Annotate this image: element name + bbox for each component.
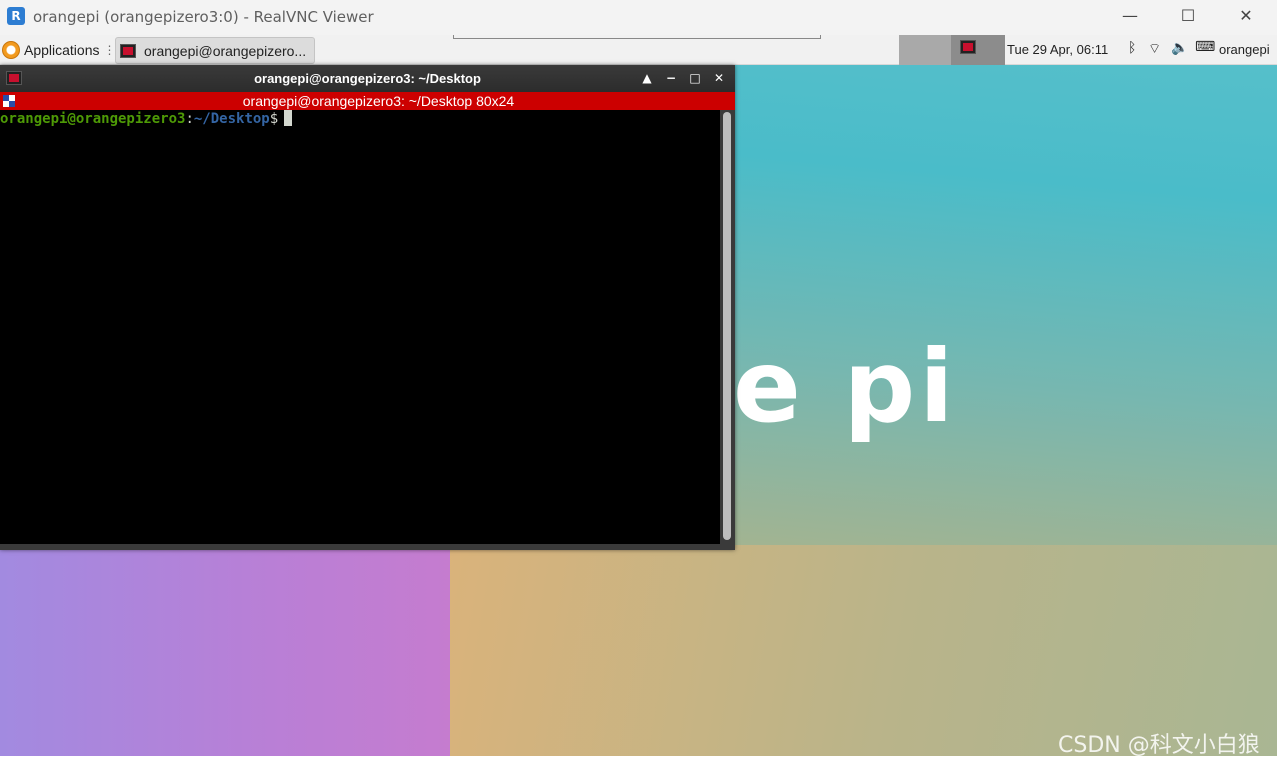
shell-prompt: orangepi@orangepizero3:~/Desktop$: [0, 110, 293, 128]
wallpaper-purple-block: [0, 545, 450, 756]
panel-clock[interactable]: Tue 29 Apr, 06:11: [1007, 42, 1108, 57]
terminal-maximize-button[interactable]: □: [686, 69, 704, 87]
workspace-switcher-1[interactable]: [899, 35, 951, 65]
vnc-window-titlebar[interactable]: R orangepi (orangepizero3:0) - RealVNC V…: [0, 0, 1277, 35]
applications-label: Applications: [24, 42, 100, 58]
prompt-separator: :: [185, 111, 194, 127]
terminal-scrollbar[interactable]: [720, 110, 735, 544]
terminal-icon: [120, 43, 136, 58]
terminal-output[interactable]: orangepi@orangepizero3:~/Desktop$: [0, 110, 720, 544]
terminal-titlebar[interactable]: orangepi@orangepizero3: ~/Desktop ▲ − □ …: [0, 65, 735, 92]
text-cursor: [284, 110, 293, 126]
bluetooth-icon[interactable]: ᛒ: [1128, 40, 1136, 60]
taskbar-button-label: orangepi@orangepizero...: [144, 42, 307, 59]
realvnc-logo-icon: R: [7, 7, 25, 25]
csdn-watermark: CSDN @科文小白狼: [1058, 733, 1260, 758]
terminal-title: orangepi@orangepizero3: ~/Desktop: [254, 71, 481, 86]
prompt-path: ~/Desktop: [193, 111, 270, 127]
terminal-icon: [960, 40, 976, 54]
terminal-window[interactable]: orangepi@orangepizero3: ~/Desktop ▲ − □ …: [0, 65, 735, 550]
volume-icon[interactable]: 🔈: [1171, 40, 1188, 60]
terminal-size-banner: orangepi@orangepizero3: ~/Desktop 80x24: [0, 92, 735, 110]
workspace-switcher-2[interactable]: [951, 35, 1005, 65]
prompt-user-host: orangepi@orangepizero3: [0, 111, 186, 127]
taskbar-button-terminal[interactable]: orangepi@orangepizero...: [115, 37, 315, 64]
top-panel: Applications ⋮ orangepi@orangepizero... …: [0, 35, 1277, 65]
applications-menu[interactable]: Applications ⋮: [2, 39, 116, 61]
scrollbar-thumb[interactable]: [723, 112, 731, 540]
shade-button[interactable]: ▲: [638, 69, 656, 87]
wifi-icon[interactable]: ⌔: [1148, 40, 1161, 60]
minimize-button[interactable]: —: [1101, 0, 1159, 32]
prompt-sign: $: [269, 111, 279, 127]
orangepi-logo-icon: [2, 41, 20, 59]
terminal-minimize-button[interactable]: −: [662, 69, 680, 87]
wallpaper-logo-text: e pi: [733, 328, 958, 445]
terminal-size-text: orangepi@orangepizero3: ~/Desktop 80x24: [242, 93, 515, 109]
user-menu[interactable]: orangepi: [1219, 42, 1270, 57]
terminal-close-button[interactable]: ✕: [710, 69, 728, 87]
applications-menu-handle-icon: ⋮: [103, 43, 116, 57]
maximize-button[interactable]: ☐: [1159, 0, 1217, 32]
close-button[interactable]: ✕: [1217, 0, 1275, 32]
keyboard-icon[interactable]: ⌨: [1195, 39, 1215, 59]
terminal-bottom-border[interactable]: [0, 544, 735, 550]
remote-desktop[interactable]: e pi Applications ⋮ orangepi@orangepizer…: [0, 35, 1277, 756]
panel-separator: [453, 35, 821, 39]
window-title: orangepi (orangepizero3:0) - RealVNC Vie…: [33, 8, 374, 26]
